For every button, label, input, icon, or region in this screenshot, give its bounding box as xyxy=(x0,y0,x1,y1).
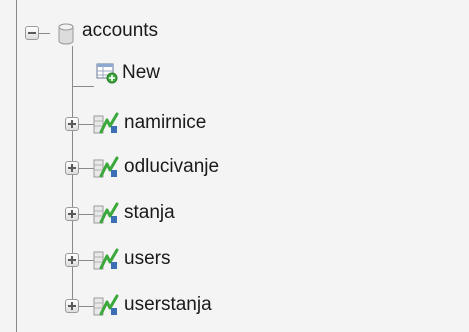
expand-toggle[interactable] xyxy=(65,299,79,313)
tree-item-label[interactable]: namirnice xyxy=(124,112,206,134)
table-icon xyxy=(93,112,119,134)
tree-item-label[interactable]: stanja xyxy=(124,202,175,224)
tree-connector xyxy=(72,86,94,87)
table-icon xyxy=(93,156,119,178)
expand-toggle[interactable] xyxy=(65,117,79,131)
table-icon xyxy=(93,202,119,224)
table-icon xyxy=(93,248,119,270)
tree-item-table[interactable]: namirnice xyxy=(0,100,469,140)
tree-item-label[interactable]: userstanja xyxy=(124,294,212,316)
collapse-toggle[interactable] xyxy=(25,26,39,40)
table-icon xyxy=(93,294,119,316)
expand-toggle[interactable] xyxy=(65,161,79,175)
tree-item-new[interactable]: New xyxy=(0,54,469,94)
tree-item-table[interactable]: userstanja xyxy=(0,282,469,322)
tree-item-database[interactable]: accounts xyxy=(0,14,469,54)
tree-item-table[interactable]: users xyxy=(0,236,469,276)
database-icon xyxy=(58,23,74,45)
tree-item-label[interactable]: New xyxy=(122,62,160,84)
tree-item-table[interactable]: odlucivanje xyxy=(0,144,469,184)
navigation-tree: accounts New namirnice odlucivanje stanj… xyxy=(0,0,469,332)
tree-item-table[interactable]: stanja xyxy=(0,190,469,230)
expand-toggle[interactable] xyxy=(65,253,79,267)
new-table-icon xyxy=(96,63,118,84)
expand-toggle[interactable] xyxy=(65,207,79,221)
tree-item-label[interactable]: odlucivanje xyxy=(124,156,219,178)
tree-item-label[interactable]: accounts xyxy=(82,20,158,42)
tree-item-label[interactable]: users xyxy=(124,248,170,270)
